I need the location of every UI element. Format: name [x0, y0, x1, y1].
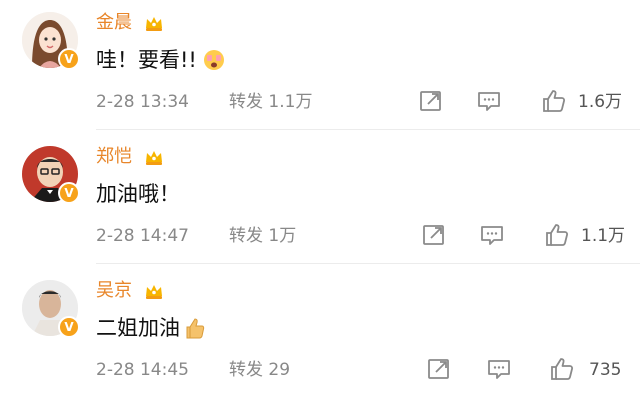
like-icon[interactable] — [544, 222, 570, 248]
like-count: 735 — [589, 360, 622, 380]
crown-icon — [146, 17, 162, 31]
comment-icon[interactable] — [479, 222, 505, 248]
repost-count[interactable]: 转发 1万 — [229, 226, 296, 246]
crown-icon — [146, 151, 162, 165]
share-icon[interactable] — [418, 88, 444, 114]
user-name[interactable]: 吴京 — [96, 280, 132, 302]
divider — [96, 263, 640, 264]
like-icon[interactable] — [541, 88, 567, 114]
like-count: 1.6万 — [578, 92, 623, 112]
comment-text: 二姐加油 — [96, 314, 206, 342]
verified-badge: V — [58, 316, 80, 338]
like-icon[interactable] — [549, 356, 575, 382]
comment-text-content: 哇！要看!! — [96, 48, 197, 72]
comment-text: 加油哦！ — [96, 182, 180, 206]
like-count: 1.1万 — [581, 226, 626, 246]
comment-item: V 吴京 二姐加油 2-28 14:45 转发 29 735 — [0, 268, 640, 402]
comment-time: 2-28 14:45 — [96, 360, 189, 380]
excited-emoji-icon — [203, 50, 224, 70]
verified-badge: V — [58, 182, 80, 204]
comment-time: 2-28 14:47 — [96, 226, 189, 246]
comment-item: V 金晨 哇！要看!! 2-28 13:34 转发 1.1万 1.6万 — [0, 0, 640, 134]
share-icon[interactable] — [421, 222, 447, 248]
repost-count[interactable]: 转发 29 — [229, 360, 290, 380]
share-icon[interactable] — [426, 356, 452, 382]
comment-time: 2-28 13:34 — [96, 92, 189, 112]
divider — [96, 129, 640, 130]
comment-text: 哇！要看!! — [96, 46, 225, 74]
thumbs-up-emoji-icon — [186, 318, 205, 339]
user-name[interactable]: 金晨 — [96, 12, 132, 34]
user-name[interactable]: 郑恺 — [96, 146, 132, 168]
verified-badge: V — [58, 48, 80, 70]
comment-icon[interactable] — [476, 88, 502, 114]
comment-icon[interactable] — [486, 356, 512, 382]
comment-text-content: 二姐加油 — [96, 316, 180, 340]
comment-item: V 郑恺 加油哦！ 2-28 14:47 转发 1万 1.1万 — [0, 134, 640, 268]
crown-icon — [146, 285, 162, 299]
repost-count[interactable]: 转发 1.1万 — [229, 92, 312, 112]
